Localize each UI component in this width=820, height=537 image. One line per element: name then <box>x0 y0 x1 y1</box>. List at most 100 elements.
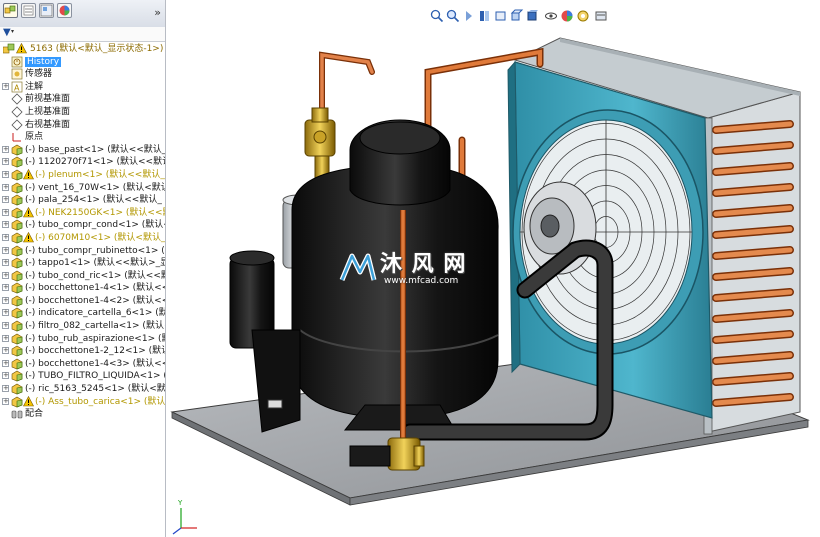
tree-item[interactable]: 上视基准面 <box>0 106 165 119</box>
filter-icon[interactable]: ▼ <box>3 27 11 38</box>
expand-toggle-icon[interactable]: + <box>2 347 9 355</box>
expand-toggle-icon[interactable]: + <box>2 196 9 204</box>
history-icon <box>11 56 23 68</box>
warning-icon <box>23 395 34 407</box>
part-icon <box>11 156 23 168</box>
tree-item[interactable]: + (-) tubo_rub_aspirazione<1> (默 <box>0 333 165 346</box>
tree-item[interactable]: 配合 <box>0 408 165 421</box>
tree-item-label: 前视基准面 <box>25 94 71 105</box>
part-icon <box>11 232 23 244</box>
expand-toggle-icon[interactable]: + <box>2 221 9 229</box>
part-icon <box>11 270 23 282</box>
part-icon <box>11 370 23 382</box>
part-icon <box>11 333 23 345</box>
plane-icon <box>11 93 23 105</box>
triad-axis: Y <box>172 499 197 535</box>
part-icon <box>11 169 23 181</box>
tree-item-label: 注解 <box>25 81 44 92</box>
tree-item-label: 配合 <box>25 409 44 420</box>
expand-toggle-icon[interactable]: + <box>2 271 9 279</box>
assembly-icon <box>3 43 15 54</box>
tree-item[interactable]: + (-) ric_5163_5245<1> (默认<默认 <box>0 383 165 396</box>
tree-item-label: (-) bocchettone1-4<3> (默认<< <box>25 358 165 369</box>
tree-item[interactable]: 右视基准面 <box>0 118 165 132</box>
expand-toggle-icon[interactable]: + <box>2 372 9 380</box>
tree-item[interactable]: + (-) pala_254<1> (默认<<默认_ <box>0 194 165 207</box>
expand-toggle-icon[interactable]: + <box>2 233 9 241</box>
tree-item-label: (-) bocchettone1-4<1> (默认<< <box>25 283 165 294</box>
tree-item[interactable]: + (-) tubo_compr_rubinetto<1> (默 <box>0 245 165 258</box>
tree-item[interactable]: 原点 <box>0 131 165 144</box>
tree-item[interactable]: + (-) bocchettone1-4<1> (默认<< <box>0 282 165 295</box>
tree-item[interactable]: + A 注解 <box>0 81 165 94</box>
tree-item[interactable]: + (-) plenum<1> (默认<<默认_ <box>0 168 165 182</box>
tree-item-label: 右视基准面 <box>25 119 71 130</box>
tree-item-label: (-) NEK2150GK<1> (默认<<默 <box>35 207 165 218</box>
tree-item-label: (-) 1120270f71<1> (默认<<默认_ <box>25 157 165 168</box>
tree-item[interactable]: History <box>0 56 165 69</box>
graphics-area[interactable]: Y 沐 风 网 www.mfcad.com <box>166 0 820 537</box>
tree-item[interactable]: + (-) 6070M10<1> (默认<默认_ <box>0 231 165 245</box>
tree-item[interactable]: + (-) Ass_tubo_carica<1> (默认< <box>0 395 165 409</box>
part-icon <box>11 358 23 370</box>
tree-item[interactable]: + (-) NEK2150GK<1> (默认<<默 <box>0 206 165 220</box>
tree-item[interactable]: + (-) tubo_cond_ric<1> (默认<<默 <box>0 270 165 283</box>
tree-item-label: (-) ric_5163_5245<1> (默认<默认 <box>25 384 165 395</box>
expand-toggle-icon[interactable]: + <box>2 397 9 405</box>
tree-item[interactable]: + (-) tappo1<1> (默认<<默认>_显 <box>0 257 165 270</box>
feature-tree: 5163 (默认<默认_显示状态-1>) History 传感器 + A 注解 前视基准面… <box>0 43 165 421</box>
expand-toggle-icon[interactable]: + <box>2 246 9 254</box>
expand-toggle-icon[interactable]: + <box>2 145 9 153</box>
filter-bar: ▼ ▾ <box>0 27 165 42</box>
watermark: 沐 风 网 www.mfcad.com <box>338 246 508 294</box>
part-icon <box>11 219 23 231</box>
tree-item[interactable]: + (-) TUBO_FILTRO_LIQUIDA<1> ( <box>0 370 165 383</box>
expand-toggle-icon[interactable]: + <box>2 170 9 178</box>
display-manager-tab[interactable] <box>57 3 72 18</box>
expand-toggle-icon[interactable]: + <box>2 334 9 342</box>
feature-manager-tab[interactable] <box>3 3 18 18</box>
tree-item[interactable]: 前视基准面 <box>0 93 165 106</box>
tree-item-label: (-) 6070M10<1> (默认<默认_ <box>35 232 165 243</box>
expand-toggle-icon[interactable]: + <box>2 385 9 393</box>
tree-item[interactable]: + (-) indicatore_cartella_6<1> (默 <box>0 307 165 320</box>
tree-item[interactable]: + (-) base_past<1> (默认<<默认_ <box>0 144 165 157</box>
tree-item[interactable]: + (-) tubo_compr_cond<1> (默认< <box>0 219 165 232</box>
expand-toggle-icon[interactable]: + <box>2 309 9 317</box>
tree-item-label: 上视基准面 <box>25 106 71 117</box>
expand-toggle-icon[interactable]: + <box>2 284 9 292</box>
configuration-icon <box>40 4 53 17</box>
tree-item-label: (-) tubo_cond_ric<1> (默认<<默 <box>25 270 165 281</box>
expand-toggle-icon[interactable]: + <box>2 158 9 166</box>
part-icon <box>11 245 23 257</box>
expand-panel-icon[interactable]: » <box>154 6 161 19</box>
tree-item[interactable]: + (-) bocchettone1-2_12<1> (默认 <box>0 345 165 358</box>
tree-item[interactable]: + (-) bocchettone1-4<2> (默认<< <box>0 295 165 308</box>
expand-toggle-icon[interactable]: + <box>2 259 9 267</box>
appearance-icon <box>59 5 70 16</box>
tree-item[interactable]: + (-) 1120270f71<1> (默认<<默认_ <box>0 156 165 169</box>
filter-dropdown-icon[interactable]: ▾ <box>11 28 14 35</box>
expand-toggle-icon[interactable]: + <box>2 183 9 191</box>
tree-root-label: 5163 (默认<默认_显示状态-1>) <box>30 44 164 54</box>
part-icon <box>11 144 23 156</box>
tree-item-label: (-) bocchettone1-2_12<1> (默认 <box>25 346 165 357</box>
property-manager-tab[interactable] <box>21 3 36 18</box>
tree-item[interactable]: + (-) filtro_082_cartella<1> (默认< <box>0 320 165 333</box>
tree-item-label: (-) vent_16_70W<1> (默认<默认 <box>25 182 165 193</box>
tree-item[interactable]: + (-) vent_16_70W<1> (默认<默认 <box>0 182 165 195</box>
tree-root-assembly[interactable]: 5163 (默认<默认_显示状态-1>) <box>0 43 165 56</box>
tree-item[interactable]: + (-) bocchettone1-4<3> (默认<< <box>0 358 165 371</box>
expand-toggle-icon[interactable]: + <box>2 296 9 304</box>
configuration-manager-tab[interactable] <box>39 3 54 18</box>
tree-item[interactable]: 传感器 <box>0 68 165 81</box>
part-icon <box>11 295 23 307</box>
expand-toggle-icon[interactable]: + <box>2 359 9 367</box>
part-icon <box>11 307 23 319</box>
expand-toggle-icon[interactable]: + <box>2 82 9 90</box>
tree-item-label: (-) tappo1<1> (默认<<默认>_显 <box>25 258 165 269</box>
expand-toggle-icon[interactable]: + <box>2 208 9 216</box>
expand-toggle-icon[interactable]: + <box>2 322 9 330</box>
warning-icon <box>23 168 34 180</box>
svg-text:Y: Y <box>177 499 183 507</box>
